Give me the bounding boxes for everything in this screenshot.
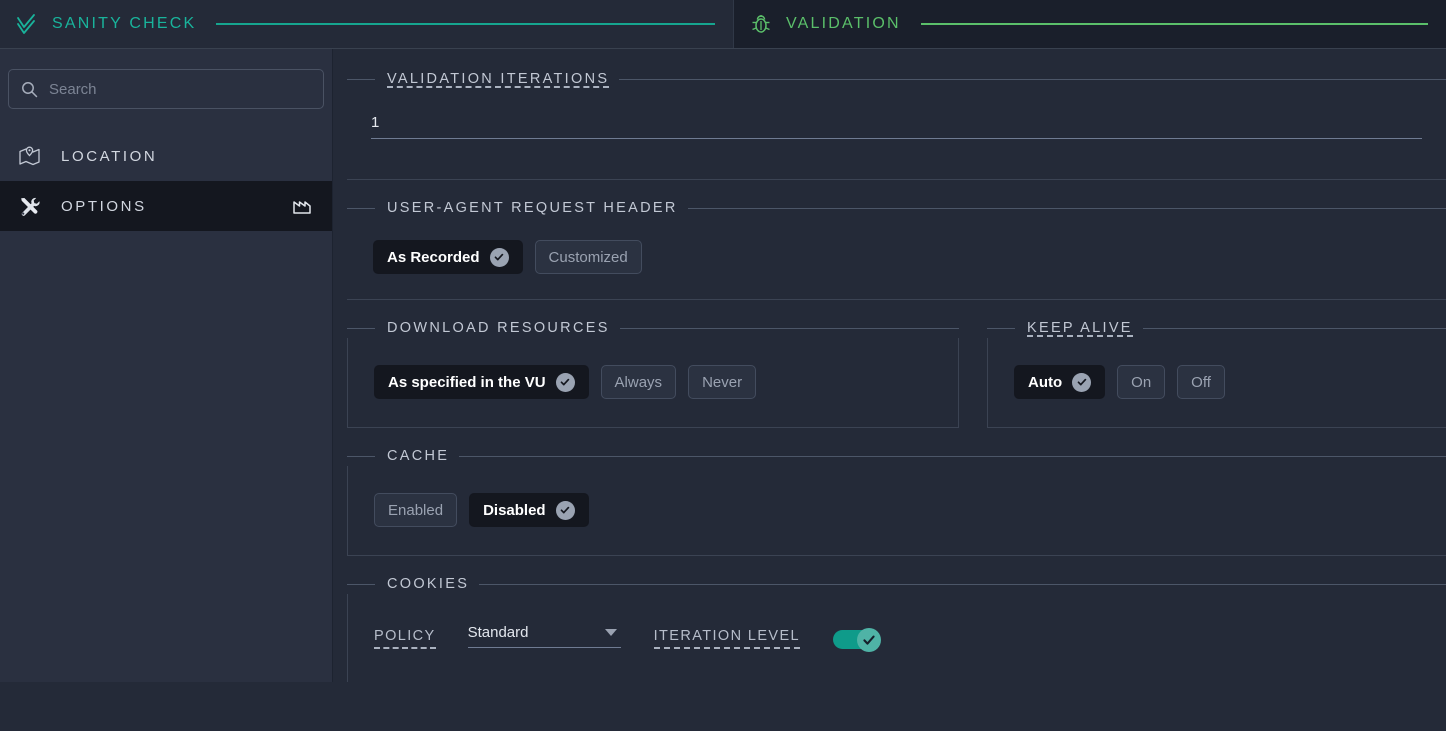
section-cache: CACHE Enabled Disabled [347,428,1446,556]
keep-alive-option-on-label: On [1131,373,1152,391]
cache-option-enabled[interactable]: Enabled [374,493,458,527]
factory-icon[interactable] [290,194,314,218]
toggle-knob [857,628,882,652]
download-resources-option-always-label: Always [614,373,663,391]
double-check-icon [14,11,40,37]
cookies-policy-value: Standard [467,624,529,641]
row-download-keepalive: DOWNLOAD RESOURCES As specified in the V… [347,300,1446,428]
section-rule-left [347,583,375,585]
section-rule-left [987,327,1015,329]
body: LOCATION OPTIONS [0,49,1446,682]
search-icon [21,81,38,98]
section-rule-right [459,455,1446,457]
cookies-controls: POLICY Standard ITERATION LEVEL [374,624,1446,652]
user-agent-option-as-recorded[interactable]: As Recorded [373,240,523,274]
app-window: SANITY CHECK VALIDATION Search LOCATION … [0,0,1446,682]
keep-alive-option-group: Auto On Off [1014,365,1446,399]
sidebar-item-location[interactable]: LOCATION [0,131,332,181]
tab-validation-label: VALIDATION [786,15,901,32]
section-rule-right [1142,327,1446,329]
check-icon [555,500,575,520]
keep-alive-option-off[interactable]: Off [1177,365,1225,399]
section-title-user-agent: USER-AGENT REQUEST HEADER [387,200,678,216]
section-header: DOWNLOAD RESOURCES [347,317,959,339]
cookies-policy-label: POLICY [374,628,436,649]
user-agent-option-as-recorded-label: As Recorded [387,248,480,266]
search-input[interactable] [49,80,311,98]
section-rule-left [347,207,375,209]
section-title-cache: CACHE [387,448,450,464]
download-resources-option-group: As specified in the VU Always Never [374,365,958,399]
section-title-keep-alive: KEEP ALIVE [1015,320,1143,337]
search-field[interactable] [8,69,324,109]
tab-accent-rule [920,23,1428,25]
section-body: Enabled Disabled [347,466,1446,556]
cache-option-enabled-label: Enabled [388,501,444,519]
chevron-down-icon [604,629,617,636]
section-rule-left [347,78,375,80]
map-pin-icon [17,144,41,168]
check-icon [863,635,875,645]
download-resources-option-never[interactable]: Never [688,365,757,399]
section-validation-iterations: VALIDATION ITERATIONS 1 [347,49,1446,179]
cache-option-disabled-label: Disabled [483,501,546,519]
download-resources-option-as-specified[interactable]: As specified in the VU [374,365,589,399]
section-rule-left [347,455,375,457]
section-cookies: COOKIES POLICY Standard ITERATION LEVEL [347,556,1446,682]
cookies-iteration-level-label: ITERATION LEVEL [653,628,801,649]
section-title-validation-iterations: VALIDATION ITERATIONS [375,71,619,88]
sidebar-item-options[interactable]: OPTIONS [0,181,332,231]
keep-alive-option-auto[interactable]: Auto [1014,365,1106,399]
section-rule-right [619,327,959,329]
tab-validation[interactable]: VALIDATION [733,0,1446,48]
keep-alive-option-off-label: Off [1191,373,1211,391]
section-rule-right [687,207,1446,209]
cache-option-group: Enabled Disabled [374,493,1446,527]
section-keep-alive: KEEP ALIVE Auto On Off [987,317,1446,428]
section-header: CACHE [347,445,1446,467]
cookies-iteration-level-toggle[interactable] [833,628,882,652]
check-icon [555,372,575,392]
tools-icon [17,194,41,218]
section-body: Auto On Off [987,338,1446,428]
section-download-resources: DOWNLOAD RESOURCES As specified in the V… [347,317,959,428]
user-agent-option-group: As Recorded Customized [373,240,1446,274]
bug-icon [748,11,774,37]
section-rule-right [479,583,1446,585]
section-title-cookies: COOKIES [387,576,470,592]
sidebar: LOCATION OPTIONS [0,49,333,682]
section-header: KEEP ALIVE [987,317,1446,339]
section-header: USER-AGENT REQUEST HEADER [347,197,1446,219]
validation-iterations-input[interactable]: 1 [371,114,1422,139]
check-icon [1072,372,1092,392]
cookies-policy-select[interactable]: Standard [467,624,621,648]
section-user-agent-request-header: USER-AGENT REQUEST HEADER As Recorded Cu… [347,180,1446,299]
section-header: COOKIES [347,573,1446,595]
tab-sanity-check-label: SANITY CHECK [52,15,197,32]
keep-alive-option-auto-label: Auto [1028,373,1063,391]
download-resources-option-never-label: Never [702,373,743,391]
section-rule-right [619,78,1446,80]
user-agent-option-customized-label: Customized [548,248,628,266]
section-body: POLICY Standard ITERATION LEVEL [347,594,1446,682]
keep-alive-option-on[interactable]: On [1117,365,1166,399]
tab-sanity-check[interactable]: SANITY CHECK [0,0,733,48]
cache-option-disabled[interactable]: Disabled [469,493,589,527]
download-resources-option-as-specified-label: As specified in the VU [388,373,546,391]
sidebar-item-options-label: OPTIONS [61,197,147,215]
options-panel: VALIDATION ITERATIONS 1 USER-AGENT REQUE… [333,49,1446,682]
tab-bar: SANITY CHECK VALIDATION [0,0,1446,48]
section-title-download-resources: DOWNLOAD RESOURCES [387,320,610,336]
check-icon [489,247,509,267]
section-body: As specified in the VU Always Never [347,338,959,428]
section-header: VALIDATION ITERATIONS [347,68,1446,90]
sidebar-item-location-label: LOCATION [61,147,158,165]
user-agent-option-customized[interactable]: Customized [534,240,642,274]
download-resources-option-always[interactable]: Always [600,365,677,399]
tab-accent-rule [216,23,715,25]
section-body: As Recorded Customized [347,219,1446,299]
section-rule-left [347,327,375,329]
